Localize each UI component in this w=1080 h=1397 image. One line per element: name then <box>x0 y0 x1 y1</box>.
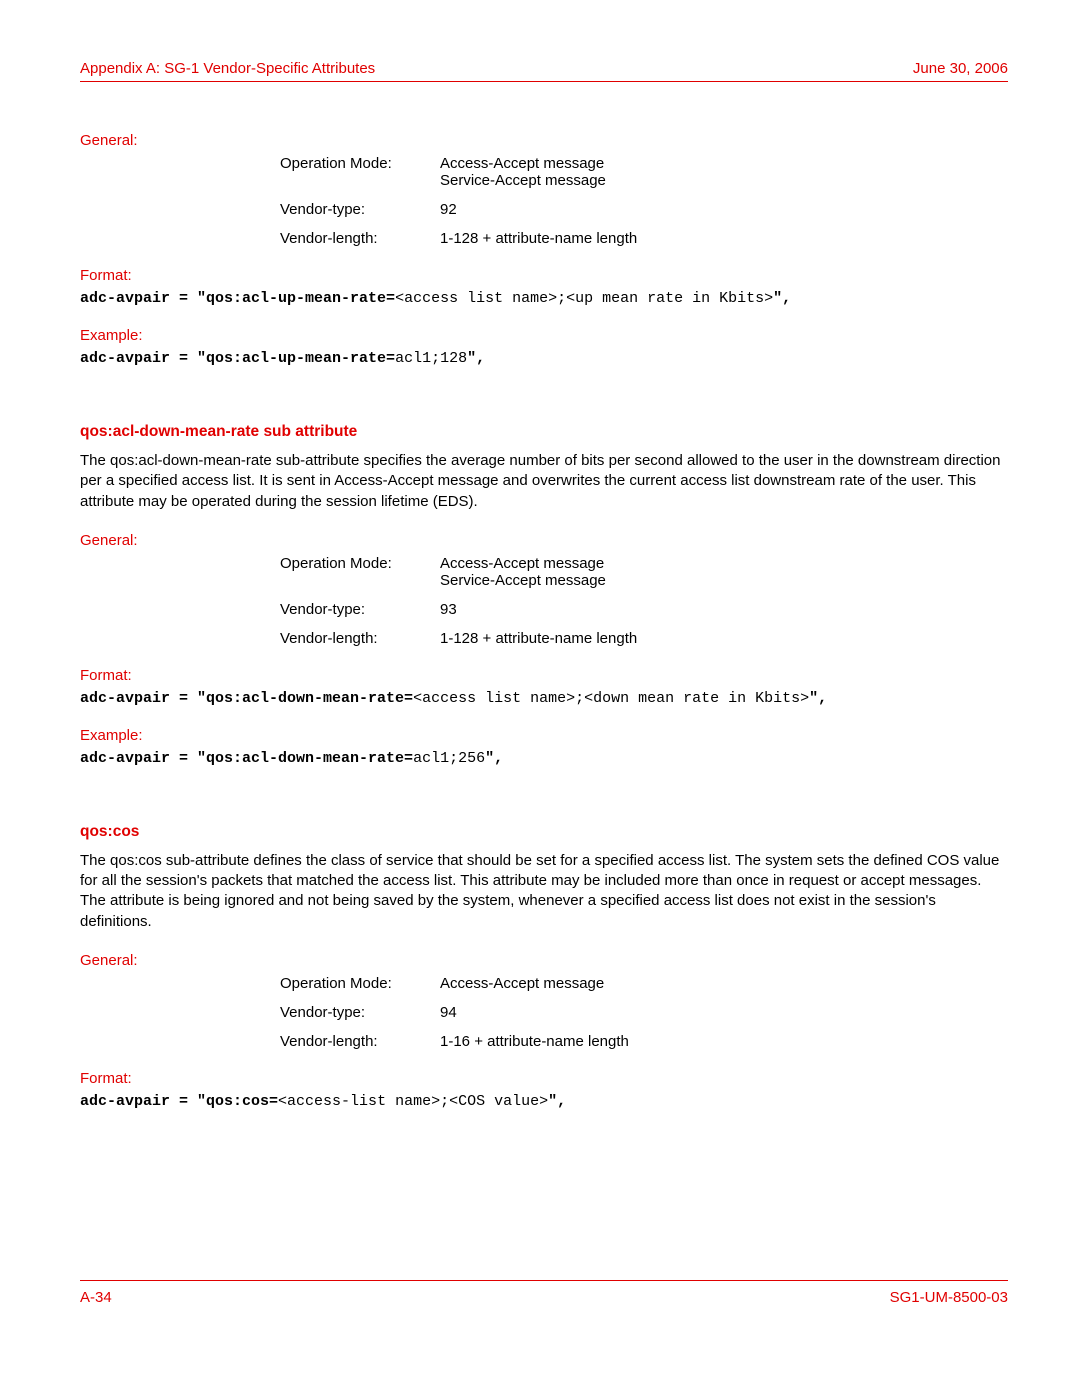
page-header: Appendix A: SG-1 Vendor-Specific Attribu… <box>80 60 1008 82</box>
header-right: June 30, 2006 <box>913 60 1008 77</box>
format-label: Format: <box>80 267 1008 284</box>
code-tail: ", <box>467 350 485 367</box>
attr-val: 92 <box>440 201 1008 218</box>
code-param: <access list name>;<down mean rate in Kb… <box>413 690 809 707</box>
example-code: adc-avpair = "qos:acl-down-mean-rate=acl… <box>80 750 1008 767</box>
attr-val: 1-16 + attribute-name length <box>440 1033 1008 1050</box>
code-param: acl1;256 <box>413 750 485 767</box>
code-bold: adc-avpair = "qos:acl-down-mean-rate= <box>80 750 413 767</box>
attr-key: Vendor-type: <box>280 601 440 618</box>
format-code: adc-avpair = "qos:acl-down-mean-rate=<ac… <box>80 690 1008 707</box>
table-row: Vendor-length: 1-16 + attribute-name len… <box>280 1033 1008 1050</box>
attr-val: 93 <box>440 601 1008 618</box>
attribute-table: Operation Mode: Access-Accept message Se… <box>280 555 1008 647</box>
attr-val: 1-128 + attribute-name length <box>440 230 1008 247</box>
attr-val: Access-Accept message Service-Accept mes… <box>440 155 1008 189</box>
format-label: Format: <box>80 667 1008 684</box>
code-bold: adc-avpair = "qos:acl-up-mean-rate= <box>80 350 395 367</box>
heading-qos-cos: qos:cos <box>80 823 1008 841</box>
attr-val: Access-Accept message <box>440 975 1008 992</box>
attr-key: Vendor-length: <box>280 1033 440 1050</box>
code-bold: adc-avpair = "qos:acl-down-mean-rate= <box>80 690 413 707</box>
table-row: Vendor-type: 94 <box>280 1004 1008 1021</box>
attr-key: Vendor-type: <box>280 201 440 218</box>
heading-qos-acl-down: qos:acl-down-mean-rate sub attribute <box>80 423 1008 441</box>
footer-right: SG1-UM-8500-03 <box>890 1289 1008 1306</box>
attr-key: Operation Mode: <box>280 555 440 589</box>
description: The qos:acl-down-mean-rate sub-attribute… <box>80 451 1008 512</box>
attr-key: Operation Mode: <box>280 155 440 189</box>
format-label: Format: <box>80 1070 1008 1087</box>
attr-key: Vendor-type: <box>280 1004 440 1021</box>
general-label: General: <box>80 952 1008 969</box>
code-tail: ", <box>485 750 503 767</box>
page: Appendix A: SG-1 Vendor-Specific Attribu… <box>0 0 1080 1346</box>
table-row: Vendor-type: 93 <box>280 601 1008 618</box>
attr-val: 94 <box>440 1004 1008 1021</box>
attr-key: Vendor-length: <box>280 230 440 247</box>
general-label: General: <box>80 132 1008 149</box>
table-row: Operation Mode: Access-Accept message Se… <box>280 555 1008 589</box>
page-footer: A-34 SG1-UM-8500-03 <box>80 1280 1008 1306</box>
code-param: <access-list name>;<COS value> <box>278 1093 548 1110</box>
description: The qos:cos sub-attribute defines the cl… <box>80 851 1008 932</box>
attr-key: Vendor-length: <box>280 630 440 647</box>
table-row: Operation Mode: Access-Accept message Se… <box>280 155 1008 189</box>
code-tail: ", <box>773 290 791 307</box>
attribute-table: Operation Mode: Access-Accept message Ve… <box>280 975 1008 1050</box>
attr-key: Operation Mode: <box>280 975 440 992</box>
format-code: adc-avpair = "qos:cos=<access-list name>… <box>80 1093 1008 1110</box>
attr-val: 1-128 + attribute-name length <box>440 630 1008 647</box>
example-label: Example: <box>80 327 1008 344</box>
code-bold: adc-avpair = "qos:acl-up-mean-rate= <box>80 290 395 307</box>
table-row: Vendor-type: 92 <box>280 201 1008 218</box>
general-label: General: <box>80 532 1008 549</box>
code-param: <access list name>;<up mean rate in Kbit… <box>395 290 773 307</box>
footer-left: A-34 <box>80 1289 112 1306</box>
attr-val: Access-Accept message Service-Accept mes… <box>440 555 1008 589</box>
format-code: adc-avpair = "qos:acl-up-mean-rate=<acce… <box>80 290 1008 307</box>
table-row: Vendor-length: 1-128 + attribute-name le… <box>280 630 1008 647</box>
table-row: Operation Mode: Access-Accept message <box>280 975 1008 992</box>
code-param: acl1;128 <box>395 350 467 367</box>
attribute-table: Operation Mode: Access-Accept message Se… <box>280 155 1008 247</box>
table-row: Vendor-length: 1-128 + attribute-name le… <box>280 230 1008 247</box>
code-tail: ", <box>548 1093 566 1110</box>
example-code: adc-avpair = "qos:acl-up-mean-rate=acl1;… <box>80 350 1008 367</box>
code-tail: ", <box>809 690 827 707</box>
code-bold: adc-avpair = "qos:cos= <box>80 1093 278 1110</box>
example-label: Example: <box>80 727 1008 744</box>
header-left: Appendix A: SG-1 Vendor-Specific Attribu… <box>80 60 375 77</box>
